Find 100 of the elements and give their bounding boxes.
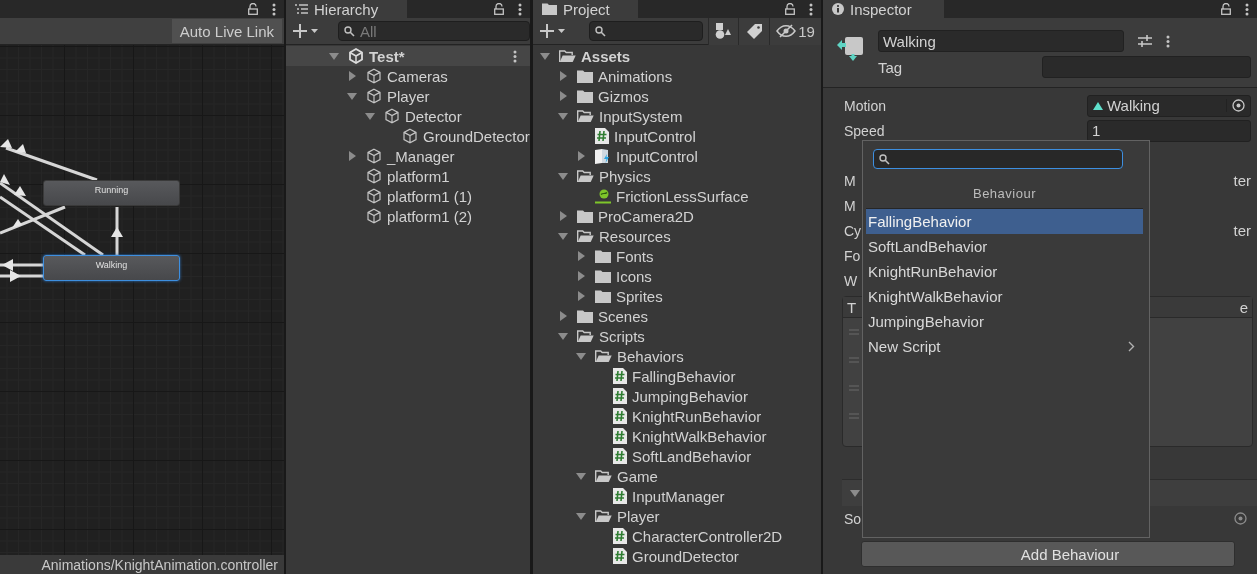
tree-item-label[interactable]: Sprites — [616, 287, 663, 305]
tree-item-label[interactable]: SoftLandBehavior — [632, 447, 752, 465]
tree-item-label[interactable]: FrictionLessSurface — [616, 187, 749, 205]
expanded-arrow-icon[interactable] — [558, 231, 568, 241]
expanded-arrow-icon[interactable] — [576, 471, 586, 481]
lock-icon[interactable] — [494, 3, 504, 15]
script-file-icon — [613, 408, 627, 424]
expanded-arrow-icon[interactable] — [558, 171, 568, 181]
collapsed-arrow-icon[interactable] — [558, 211, 568, 221]
tree-item-label[interactable]: CharacterController2D — [632, 527, 783, 545]
lock-icon[interactable] — [248, 3, 258, 15]
name-field[interactable]: Walking — [878, 30, 1124, 52]
collapsed-arrow-icon[interactable] — [576, 251, 586, 261]
tree-item-label[interactable]: Player — [617, 507, 660, 525]
tree-item-label[interactable]: Assets — [581, 47, 631, 65]
menu-item[interactable]: JumpingBehavior — [866, 309, 1143, 334]
expanded-arrow-icon[interactable] — [347, 91, 357, 101]
tree-item-label[interactable]: Behaviors — [617, 347, 684, 365]
filter-by-type-button[interactable] — [707, 17, 739, 45]
tree-item-label[interactable]: Scripts — [599, 327, 645, 345]
menu-item[interactable]: FallingBehavior — [866, 209, 1143, 234]
collapsed-arrow-icon[interactable] — [576, 271, 586, 281]
tree-item-label[interactable]: JumpingBehavior — [632, 387, 748, 405]
tree-item-label[interactable]: Detector — [405, 107, 462, 125]
tree-item-label[interactable]: Scenes — [598, 307, 649, 325]
tree-item-label[interactable]: Test* — [369, 47, 405, 65]
tree-item-label[interactable]: Icons — [616, 267, 652, 285]
create-menu-button[interactable] — [539, 23, 567, 39]
lock-icon[interactable] — [1221, 3, 1231, 15]
search-field[interactable] — [873, 149, 1123, 169]
transition-arrow[interactable] — [0, 186, 86, 257]
tree-item-label[interactable]: Fonts — [616, 247, 654, 265]
expanded-arrow-icon[interactable] — [329, 51, 339, 61]
tag-field[interactable] — [1042, 56, 1251, 78]
menu-item[interactable]: KnightRunBehavior — [866, 259, 1143, 284]
motion-field[interactable]: Walking — [1087, 94, 1251, 117]
tree-item-label[interactable]: platform1 (2) — [387, 207, 473, 225]
collapsed-arrow-icon[interactable] — [347, 71, 357, 81]
more-options-icon[interactable] — [513, 50, 517, 63]
tree-item-label[interactable]: Game — [617, 467, 658, 485]
collapsed-arrow-icon[interactable] — [576, 291, 586, 301]
add-behaviour-button[interactable]: Add Behaviour — [861, 541, 1235, 567]
expanded-arrow-icon[interactable] — [558, 111, 568, 121]
tree-item-label[interactable]: _Manager — [387, 147, 455, 165]
tree-item-label[interactable]: Cameras — [387, 67, 448, 85]
project-tab[interactable]: Project — [533, 0, 638, 18]
transition-arrow[interactable] — [0, 139, 98, 182]
transition-arrow[interactable] — [0, 259, 43, 271]
search-field[interactable] — [589, 21, 703, 41]
menu-item[interactable]: SoftLandBehavior — [866, 234, 1143, 259]
search-field[interactable]: All — [338, 21, 530, 41]
tree-item-label[interactable]: Physics — [599, 167, 651, 185]
tree-item-label[interactable]: KnightWalkBehavior — [632, 427, 767, 445]
inspector-tab[interactable]: Inspector — [823, 0, 944, 18]
tree-item-label[interactable]: Gizmos — [598, 87, 649, 105]
more-options-icon[interactable] — [518, 2, 522, 16]
tree-item-label[interactable]: Resources — [599, 227, 671, 245]
more-options-icon[interactable] — [272, 2, 276, 16]
expanded-arrow-icon[interactable] — [576, 511, 586, 521]
tree-item-label[interactable]: platform1 — [387, 167, 450, 185]
collapsed-arrow-icon[interactable] — [558, 71, 568, 81]
tree-item-label[interactable]: GroundDetector — [423, 127, 530, 145]
tree-item-label[interactable]: InputControl — [614, 127, 696, 145]
menu-item[interactable]: New Script — [866, 334, 1143, 359]
collapsed-arrow-icon[interactable] — [558, 311, 568, 321]
auto-live-link-button[interactable]: Auto Live Link — [171, 19, 282, 43]
more-options-icon[interactable] — [1245, 2, 1249, 16]
tree-item-label[interactable]: ProCamera2D — [598, 207, 694, 225]
more-options-icon[interactable] — [1166, 34, 1170, 48]
sliders-icon[interactable] — [1138, 35, 1152, 47]
tree-item-label[interactable]: FallingBehavior — [632, 367, 736, 385]
state-node[interactable]: Running — [43, 180, 180, 206]
collapsed-arrow-icon[interactable] — [576, 151, 586, 161]
expanded-arrow-icon[interactable] — [558, 331, 568, 341]
transition-arrow[interactable] — [0, 270, 43, 282]
tree-item-label[interactable]: KnightRunBehavior — [632, 407, 762, 425]
tree-item-label[interactable]: Player — [387, 87, 430, 105]
tree-item-label[interactable]: InputSystem — [599, 107, 683, 125]
transition-arrow[interactable] — [111, 207, 123, 255]
filter-by-label-button[interactable] — [738, 17, 770, 45]
lock-icon[interactable] — [785, 3, 795, 15]
tree-item-label[interactable]: InputControl — [616, 147, 698, 165]
collapsed-arrow-icon[interactable] — [347, 151, 357, 161]
expanded-arrow-icon[interactable] — [365, 111, 375, 121]
speed-field[interactable]: 1 — [1087, 119, 1251, 142]
menu-item[interactable]: KnightWalkBehavior — [866, 284, 1143, 309]
tree-item-label[interactable]: platform1 (1) — [387, 187, 473, 205]
tree-item-label[interactable]: GroundDetector — [632, 547, 739, 565]
collapsed-arrow-icon[interactable] — [558, 91, 568, 101]
more-options-icon[interactable] — [809, 2, 813, 16]
tree-item-label[interactable]: Animations — [598, 67, 673, 85]
expanded-arrow-icon[interactable] — [576, 351, 586, 361]
hierarchy-tab[interactable]: Hierarchy — [286, 0, 407, 18]
hidden-packages-button[interactable]: 19 — [769, 17, 821, 45]
tree-item-label[interactable]: InputManager — [632, 487, 725, 505]
state-node[interactable]: Walking — [43, 255, 180, 281]
transition-arrow[interactable] — [0, 205, 66, 235]
expanded-arrow-icon[interactable] — [850, 488, 860, 498]
expanded-arrow-icon[interactable] — [540, 51, 550, 61]
create-menu-button[interactable] — [292, 23, 320, 39]
